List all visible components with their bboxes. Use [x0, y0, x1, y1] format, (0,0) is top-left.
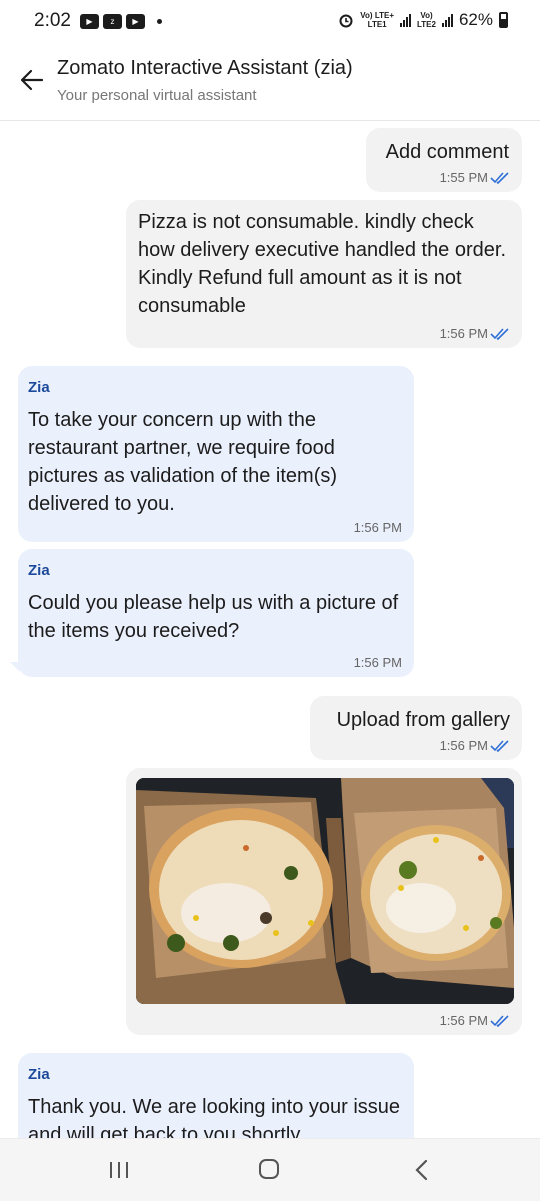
signal-2-icon — [441, 13, 453, 27]
message-time: 1:55 PM — [439, 170, 488, 185]
page-subtitle: Your personal virtual assistant — [57, 87, 257, 104]
battery-icon — [499, 12, 508, 28]
status-bar: 2:02 ▶ z ▶ Vo) LTE+ LTE1 Vo) LTE2 62% — [0, 0, 540, 44]
battery-percent: 62% — [458, 10, 493, 29]
message-meta: 1:56 PM — [440, 1013, 510, 1028]
message-text: To take your concern up with the restaur… — [28, 409, 338, 515]
read-receipt-icon — [490, 739, 509, 752]
sender-name: Zia — [28, 1066, 50, 1083]
message-meta: 1:56 PM — [440, 326, 510, 341]
message-text: Upload from gallery — [336, 709, 510, 731]
message-time: 1:56 PM — [439, 1013, 488, 1028]
outgoing-message[interactable]: Upload from gallery 1:56 PM — [310, 696, 522, 760]
outgoing-image-message[interactable]: 1:56 PM — [126, 768, 522, 1035]
message-time: 1:56 PM — [439, 738, 488, 753]
message-text: Pizza is not consumable. kindly check ho… — [138, 211, 507, 317]
incoming-message[interactable]: Zia Thank you. We are looking into your … — [18, 1053, 414, 1138]
chat-header: Zomato Interactive Assistant (zia) Your … — [0, 44, 540, 121]
network-lte1-label: Vo) LTE+ LTE1 — [360, 11, 394, 29]
message-meta: 1:56 PM — [354, 655, 402, 670]
read-receipt-icon — [490, 327, 509, 340]
outgoing-message[interactable]: Add comment 1:55 PM — [366, 128, 522, 192]
pizza-photo[interactable] — [136, 778, 514, 1004]
chat-thread[interactable]: Add comment 1:55 PM Pizza is not consuma… — [0, 121, 540, 1138]
alarm-icon — [339, 14, 353, 28]
message-time: 1:56 PM — [439, 326, 488, 341]
more-notifications-dot-icon — [157, 19, 162, 24]
incoming-message[interactable]: Zia To take your concern up with the res… — [18, 366, 414, 542]
outgoing-message[interactable]: Pizza is not consumable. kindly check ho… — [126, 200, 522, 348]
sender-name: Zia — [28, 562, 50, 579]
message-time: 1:56 PM — [353, 655, 402, 670]
sender-name: Zia — [28, 379, 50, 396]
signal-1-icon — [400, 13, 411, 27]
message-text: Could you please help us with a picture … — [28, 592, 399, 642]
youtube-notification-icon-2: ▶ — [126, 14, 145, 29]
youtube-notification-icon: ▶ — [80, 14, 99, 29]
message-meta: 1:56 PM — [354, 520, 402, 535]
back-chevron-icon[interactable] — [412, 1158, 430, 1182]
system-nav-bar — [0, 1138, 540, 1201]
zomato-notification-icon: z — [103, 14, 122, 29]
message-time: 1:56 PM — [353, 520, 402, 535]
notification-icons: ▶ z ▶ — [80, 14, 162, 29]
recent-apps-icon[interactable] — [108, 1160, 130, 1180]
back-arrow-icon[interactable] — [18, 66, 46, 94]
bubble-tail — [10, 662, 20, 672]
page-title: Zomato Interactive Assistant (zia) — [57, 57, 353, 79]
message-text: Thank you. We are looking into your issu… — [28, 1096, 401, 1138]
network-lte2-label: Vo) LTE2 — [417, 11, 436, 29]
status-right: Vo) LTE+ LTE1 Vo) LTE2 62% — [338, 10, 508, 30]
message-meta: 1:55 PM — [440, 170, 510, 185]
status-time: 2:02 — [34, 10, 71, 31]
home-icon[interactable] — [258, 1158, 280, 1180]
message-text: Add comment — [385, 141, 509, 163]
read-receipt-icon — [490, 1014, 509, 1027]
message-meta: 1:56 PM — [440, 738, 510, 753]
read-receipt-icon — [490, 171, 509, 184]
incoming-message[interactable]: Zia Could you please help us with a pict… — [18, 549, 414, 677]
